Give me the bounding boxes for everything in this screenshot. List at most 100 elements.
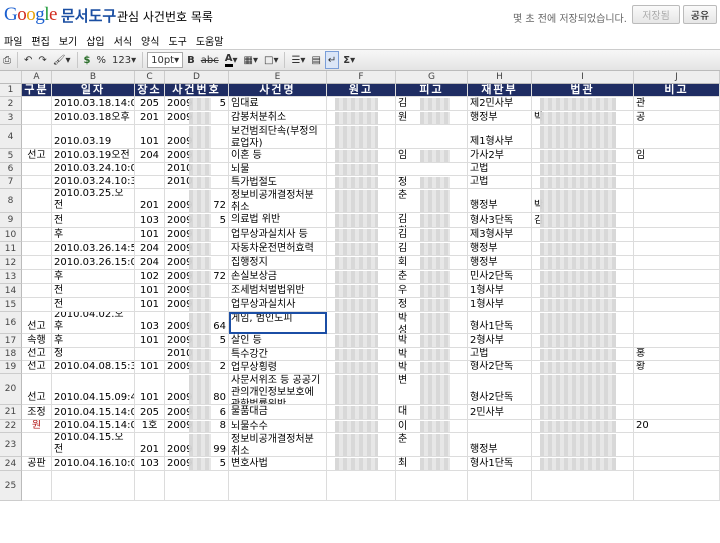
cell-e[interactable]: 업무상과실치사 <box>229 298 327 312</box>
header-cell-c[interactable]: 장소 <box>135 84 165 97</box>
cell-e[interactable]: 변호사법 <box>229 457 327 471</box>
cell-d[interactable]: 2009 8 <box>165 420 229 433</box>
cell-b[interactable]: 2010.03.24.10:30 <box>52 176 135 189</box>
cell-d[interactable]: 2009 5 <box>165 213 229 228</box>
cell-b[interactable]: 2010.03.25.오후 <box>52 228 135 242</box>
row-number[interactable]: 19 <box>0 361 22 374</box>
cell-a[interactable]: 공판 <box>22 457 52 471</box>
cell-b[interactable]: 2010.04.15.14:00 <box>52 405 135 420</box>
row-number[interactable]: 25 <box>0 471 22 501</box>
cell-h[interactable]: 고법 <box>468 163 532 176</box>
cell-e[interactable]: 이혼 등 <box>229 149 327 163</box>
cell-a[interactable] <box>22 433 52 457</box>
cell-e[interactable]: 업무상횡령 <box>229 361 327 374</box>
cell-h[interactable]: 제3형사부 <box>468 228 532 242</box>
cell-j[interactable] <box>634 176 720 189</box>
cell-j[interactable] <box>634 256 720 270</box>
row-number[interactable]: 13 <box>0 270 22 284</box>
cell-a[interactable] <box>22 111 52 125</box>
cell-f[interactable] <box>327 97 396 111</box>
cell-c[interactable]: 204 <box>135 256 165 270</box>
cell-i[interactable] <box>532 348 634 361</box>
row-number[interactable]: 11 <box>0 242 22 256</box>
row-number[interactable]: 17 <box>0 334 22 348</box>
row-number[interactable]: 8 <box>0 189 22 213</box>
saved-button[interactable]: 저장됨 <box>632 5 680 24</box>
row-number[interactable]: 24 <box>0 457 22 471</box>
cell-i[interactable] <box>532 256 634 270</box>
cell-g[interactable]: 박 <box>396 361 468 374</box>
row-number[interactable]: 21 <box>0 405 22 420</box>
cell-j[interactable] <box>634 457 720 471</box>
cell-h[interactable]: 1형사부 <box>468 284 532 298</box>
cell-a[interactable]: 조정 <box>22 405 52 420</box>
cell-d[interactable]: 2009 80 <box>165 374 229 405</box>
cell-j[interactable] <box>634 284 720 298</box>
row-number[interactable]: 7 <box>0 176 22 189</box>
header-cell-f[interactable]: 원고 <box>327 84 396 97</box>
number-format-dropdown[interactable]: 123 ▾ <box>110 51 138 69</box>
cell-a[interactable]: 속행 <box>22 334 52 348</box>
cell-j[interactable] <box>634 374 720 405</box>
row-number[interactable]: 15 <box>0 298 22 312</box>
column-header-f[interactable]: F <box>327 71 396 84</box>
row-number[interactable]: 10 <box>0 228 22 242</box>
cell-d[interactable]: 2009 72 <box>165 189 229 213</box>
cell-j[interactable] <box>634 334 720 348</box>
percent-format-button[interactable]: % <box>94 51 108 69</box>
cell-g[interactable]: 이 <box>396 420 468 433</box>
borders-icon[interactable]: □▾ <box>262 51 280 69</box>
cell-c[interactable]: 101 <box>135 374 165 405</box>
row-number[interactable]: 23 <box>0 433 22 457</box>
cell-f[interactable] <box>327 284 396 298</box>
cell-g[interactable]: 원 <box>396 111 468 125</box>
menu-form[interactable]: 양식 <box>137 33 164 48</box>
cell-f[interactable] <box>327 242 396 256</box>
cell-b[interactable]: 2010.03.18오후 <box>52 111 135 125</box>
cell-e[interactable]: 뇌물수수 <box>229 420 327 433</box>
cell-a[interactable] <box>22 189 52 213</box>
cell-b[interactable]: 2010.04.02.오전 <box>52 298 135 312</box>
cell-c[interactable]: 201 <box>135 111 165 125</box>
cell-e[interactable]: 업무상과실치사 등 <box>229 228 327 242</box>
cell-e[interactable]: 손실보상금 <box>229 270 327 284</box>
cell-g[interactable]: 박 <box>396 348 468 361</box>
cell-h[interactable]: 2형사부 <box>468 334 532 348</box>
cell-e[interactable]: 특가법절도 <box>229 176 327 189</box>
cell-c[interactable] <box>135 348 165 361</box>
text-color-button[interactable]: A ▾ <box>223 51 240 69</box>
cell-e[interactable]: 뇌물 <box>229 163 327 176</box>
cell-b[interactable]: 2010.03.19오전 <box>52 149 135 163</box>
cell-c[interactable]: 101 <box>135 334 165 348</box>
cell-b[interactable]: 2010.03.26.14:50 <box>52 242 135 256</box>
print-icon[interactable]: ⎙ <box>1 51 13 69</box>
cell-i[interactable] <box>532 270 634 284</box>
cell-g[interactable]: 김 <box>396 228 468 242</box>
cell-g[interactable]: 정 <box>396 298 468 312</box>
cell-h[interactable]: 제1형사부 <box>468 125 532 149</box>
cell-f[interactable] <box>327 213 396 228</box>
cell-j[interactable]: 20 <box>634 420 720 433</box>
cell-a[interactable] <box>22 471 52 501</box>
cell-j[interactable] <box>634 298 720 312</box>
cell-g[interactable]: 대 <box>396 405 468 420</box>
cell-b[interactable]: 2010.03.18.14:00 <box>52 97 135 111</box>
cell-d[interactable]: 2009 5 <box>165 457 229 471</box>
cell-d[interactable]: 2009 99 <box>165 433 229 457</box>
cell-j[interactable] <box>634 228 720 242</box>
cell-g[interactable]: 회 <box>396 256 468 270</box>
cell-j[interactable]: 황 <box>634 361 720 374</box>
share-button[interactable]: 공유 <box>683 5 717 24</box>
cell-g[interactable] <box>396 163 468 176</box>
bold-button[interactable]: B <box>185 51 197 69</box>
cell-b[interactable]: 2010.04.02.오후 <box>52 334 135 348</box>
cell-g[interactable]: 임 <box>396 149 468 163</box>
column-header-g[interactable]: G <box>396 71 468 84</box>
cell-d[interactable]: 2009 6 <box>165 405 229 420</box>
cell-i[interactable] <box>532 334 634 348</box>
cell-f[interactable] <box>327 256 396 270</box>
cell-c[interactable]: 101 <box>135 361 165 374</box>
cell-c[interactable]: 101 <box>135 125 165 149</box>
cell-a[interactable] <box>22 176 52 189</box>
cell-g[interactable]: 춘 <box>396 433 468 457</box>
